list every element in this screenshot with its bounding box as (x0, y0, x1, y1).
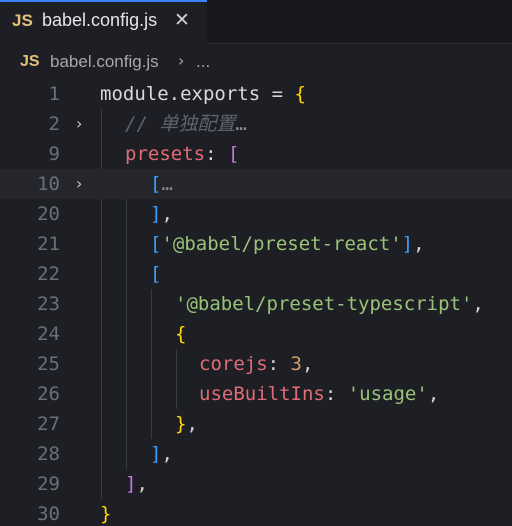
code-text: ], (150, 203, 173, 225)
line-number: 26 (37, 383, 60, 405)
tab-babel-config[interactable]: JS babel.config.js ✕ (0, 0, 207, 45)
code-text: } (100, 503, 112, 525)
code-line[interactable]: 25 corejs: 3, (0, 349, 512, 379)
line-number: 20 (37, 203, 60, 225)
line-number: 27 (37, 413, 60, 435)
code-text: [ (150, 263, 162, 285)
code-text: }, (175, 413, 198, 435)
code-text: module.exports = { (100, 83, 306, 105)
code-text: ], (150, 443, 173, 465)
code-line-current[interactable]: 10 › [… (0, 169, 512, 199)
code-text: '@babel/preset-typescript', (175, 293, 484, 315)
line-number: 28 (37, 443, 60, 465)
code-line[interactable]: 30 } (0, 499, 512, 526)
code-line[interactable]: 1 module.exports = { (0, 79, 512, 109)
chevron-right-icon: › (178, 51, 185, 70)
code-line[interactable]: 23 '@babel/preset-typescript', (0, 289, 512, 319)
close-icon[interactable]: ✕ (174, 9, 190, 31)
code-text: // 单独配置… (125, 113, 247, 135)
breadcrumb-file[interactable]: babel.config.js (50, 52, 159, 72)
code-line[interactable]: 29 ], (0, 469, 512, 499)
code-text: useBuiltIns: 'usage', (199, 383, 440, 405)
code-text: ['@babel/preset-react'], (150, 233, 425, 255)
breadcrumb-more[interactable]: ... (196, 52, 210, 72)
line-number: 25 (37, 353, 60, 375)
code-line[interactable]: 21 ['@babel/preset-react'], (0, 229, 512, 259)
code-line[interactable]: 27 }, (0, 409, 512, 439)
line-number: 1 (48, 83, 60, 105)
breadcrumb: JS babel.config.js › ... (0, 45, 512, 79)
code-line[interactable]: 20 ], (0, 199, 512, 229)
code-line[interactable]: 26 useBuiltIns: 'usage', (0, 379, 512, 409)
code-line[interactable]: 24 { (0, 319, 512, 349)
line-number: 23 (37, 293, 60, 315)
line-number: 9 (48, 143, 60, 165)
code-line[interactable]: 2 › // 单独配置… (0, 109, 512, 139)
fold-chevron-icon[interactable]: › (76, 116, 90, 132)
code-line[interactable]: 22 [ (0, 259, 512, 289)
code-text: ], (125, 473, 148, 495)
javascript-file-icon: JS (12, 11, 33, 30)
code-editor[interactable]: 1 module.exports = { 2 › // 单独配置… 9 pres… (0, 79, 512, 526)
line-number: 30 (37, 503, 60, 525)
javascript-file-icon: JS (20, 53, 40, 70)
code-text: presets: [ (125, 143, 240, 165)
line-number: 2 (48, 113, 60, 135)
fold-chevron-icon[interactable]: › (76, 176, 90, 192)
code-line[interactable]: 28 ], (0, 439, 512, 469)
code-text: [… (150, 173, 173, 195)
line-number: 10 (37, 173, 60, 195)
code-line[interactable]: 9 presets: [ (0, 139, 512, 169)
tab-label: babel.config.js (42, 10, 158, 30)
line-number: 22 (37, 263, 60, 285)
tab-bar: JS babel.config.js ✕ (0, 0, 512, 45)
code-text: { (175, 323, 187, 345)
line-number: 21 (37, 233, 60, 255)
line-number: 29 (37, 473, 60, 495)
code-text: corejs: 3, (199, 353, 314, 375)
line-number: 24 (37, 323, 60, 345)
